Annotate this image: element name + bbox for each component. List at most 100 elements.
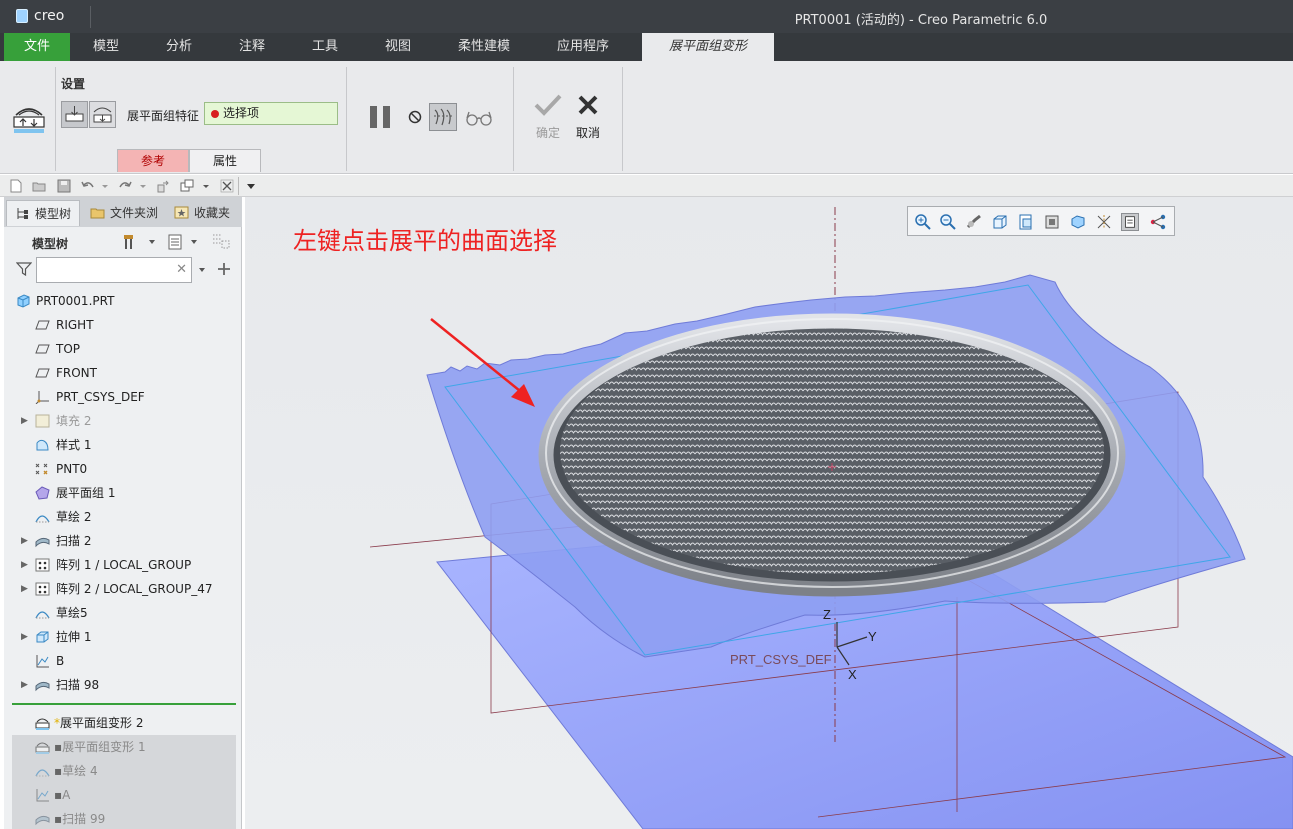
add-icon[interactable] bbox=[217, 262, 231, 276]
tree-item[interactable]: ▪扫描 99 bbox=[12, 807, 236, 829]
flatten-deform-icon bbox=[13, 108, 45, 133]
tree-item[interactable]: RIGHT bbox=[4, 313, 236, 337]
refit-icon[interactable] bbox=[965, 213, 983, 231]
tab-annotate[interactable]: 注释 bbox=[216, 33, 288, 61]
open-folder-icon[interactable] bbox=[32, 179, 46, 193]
pattern-icon bbox=[35, 558, 50, 572]
datum-graph-icon bbox=[36, 789, 49, 802]
save-icon[interactable] bbox=[57, 179, 71, 193]
preview-toggle[interactable] bbox=[429, 103, 457, 131]
tree-item-current[interactable]: *展平面组变形 2 bbox=[4, 711, 236, 735]
tree-item[interactable]: ▶ 阵列 1 / LOCAL_GROUP bbox=[4, 553, 236, 577]
settings-group-label: 设置 bbox=[61, 77, 86, 91]
settings-tools-icon[interactable] bbox=[122, 232, 142, 252]
tree-item[interactable]: TOP bbox=[4, 337, 236, 361]
close-window-icon[interactable] bbox=[220, 179, 234, 193]
view-normal-icon[interactable] bbox=[991, 213, 1009, 231]
tab-file[interactable]: 文件 bbox=[4, 33, 70, 61]
tree-item[interactable]: B bbox=[4, 649, 236, 673]
expand-icon[interactable]: ▶ bbox=[21, 625, 28, 649]
tab-flatten-quilt-deform[interactable]: 展平面组变形 bbox=[642, 33, 774, 61]
search-dropdown-icon[interactable] bbox=[198, 265, 206, 275]
tree-item[interactable]: ▶ 阵列 2 / LOCAL_GROUP_47 bbox=[4, 577, 236, 601]
after-insert-marker-icon: ▪ bbox=[54, 812, 63, 826]
search-input[interactable] bbox=[37, 258, 167, 280]
tab-model[interactable]: 模型 bbox=[70, 33, 142, 61]
deform-mode-toggle-1[interactable] bbox=[61, 101, 88, 128]
cancel-label: 取消 bbox=[575, 126, 600, 140]
flatten-feature-collector[interactable]: 选择项 bbox=[204, 102, 338, 125]
verify-glasses-icon[interactable] bbox=[465, 110, 493, 126]
redo-icon[interactable] bbox=[118, 179, 132, 193]
no-preview-icon[interactable] bbox=[407, 109, 423, 125]
expand-icon[interactable]: ▶ bbox=[21, 673, 28, 697]
datum-display-icon[interactable] bbox=[1095, 213, 1113, 231]
tree-item-label: ▪展平面组变形 1 bbox=[54, 740, 146, 754]
filter-icon bbox=[16, 262, 32, 277]
zoom-out-icon[interactable] bbox=[939, 213, 957, 231]
windows-dropdown-icon[interactable] bbox=[202, 179, 210, 193]
pause-icon[interactable] bbox=[368, 105, 392, 129]
tree-item[interactable]: 草绘5 bbox=[4, 601, 236, 625]
columns-dropdown-icon[interactable] bbox=[190, 237, 198, 247]
title-bar: creo PRT0001 (活动的) - Creo Parametric 6.0 bbox=[0, 0, 1293, 33]
tab-folder-browser[interactable]: 文件夹浏 bbox=[82, 200, 162, 226]
windows-icon[interactable] bbox=[180, 179, 194, 193]
tab-view[interactable]: 视图 bbox=[362, 33, 434, 61]
cancel-button[interactable]: 取消 bbox=[568, 93, 608, 141]
undo-dropdown-icon[interactable] bbox=[101, 179, 109, 193]
expand-icon[interactable]: ▶ bbox=[21, 529, 28, 553]
show-columns-icon[interactable] bbox=[166, 233, 184, 251]
tab-tools[interactable]: 工具 bbox=[288, 33, 362, 61]
redo-dropdown-icon[interactable] bbox=[139, 179, 147, 193]
tab-flexible-modeling[interactable]: 柔性建模 bbox=[434, 33, 534, 61]
tree-item[interactable]: 样式 1 bbox=[4, 433, 236, 457]
tree-item[interactable]: ▶ 填充 2 bbox=[4, 409, 236, 433]
tree-item[interactable]: ▶ 拉伸 1 bbox=[4, 625, 236, 649]
tree-filters-icon[interactable] bbox=[210, 233, 232, 251]
undo-icon[interactable] bbox=[81, 179, 95, 193]
tree-item[interactable]: 展平面组 1 bbox=[4, 481, 236, 505]
tab-applications[interactable]: 应用程序 bbox=[534, 33, 632, 61]
perspective-icon[interactable] bbox=[1069, 213, 1087, 231]
clear-search-icon[interactable]: ✕ bbox=[176, 262, 187, 277]
tree-item[interactable]: 草绘 2 bbox=[4, 505, 236, 529]
new-file-icon[interactable] bbox=[9, 179, 23, 193]
tree-item[interactable]: PNT0 bbox=[4, 457, 236, 481]
tab-analysis[interactable]: 分析 bbox=[142, 33, 216, 61]
regenerate-icon[interactable] bbox=[156, 179, 170, 193]
display-style-icon[interactable] bbox=[1043, 213, 1061, 231]
annotation-display-icon[interactable] bbox=[1121, 213, 1139, 231]
tab-references[interactable]: 参考 bbox=[117, 149, 189, 172]
tree-item[interactable]: ▶ 扫描 2 bbox=[4, 529, 236, 553]
tree-item[interactable]: ▪A bbox=[12, 783, 236, 807]
tree-item[interactable]: PRT_CSYS_DEF bbox=[4, 385, 236, 409]
customize-toolbar-icon[interactable] bbox=[246, 179, 256, 193]
tree-item[interactable]: FRONT bbox=[4, 361, 236, 385]
model-viewport[interactable]: Z Y X PRT_CSYS_DEF bbox=[245, 197, 1293, 829]
zoom-in-icon[interactable] bbox=[914, 213, 932, 231]
expand-icon[interactable]: ▶ bbox=[21, 553, 28, 577]
tab-model-tree[interactable]: 模型树 bbox=[6, 200, 80, 226]
settings-dropdown-icon[interactable] bbox=[148, 237, 156, 247]
saved-views-icon[interactable] bbox=[1017, 213, 1035, 231]
graphics-window[interactable]: Z Y X PRT_CSYS_DEF 左键点击展平的曲面选择 bbox=[245, 197, 1293, 829]
after-insert-marker-icon: ▪ bbox=[54, 740, 63, 754]
insert-here-line[interactable] bbox=[12, 703, 236, 705]
tree-item[interactable]: ▪草绘 4 bbox=[12, 759, 236, 783]
deform-mode-toggle-2[interactable] bbox=[89, 101, 116, 128]
expand-icon[interactable]: ▶ bbox=[21, 577, 28, 601]
window-title: PRT0001 (活动的) - Creo Parametric 6.0 bbox=[794, 13, 1048, 28]
tab-properties[interactable]: 属性 bbox=[189, 149, 261, 172]
tree-item-label: 扫描 2 bbox=[56, 534, 92, 548]
axis-label-x: X bbox=[848, 667, 857, 682]
expand-icon[interactable]: ▶ bbox=[21, 409, 28, 433]
tree-item[interactable]: ▶ 扫描 98 bbox=[4, 673, 236, 697]
tree-item-label: ▪草绘 4 bbox=[54, 764, 98, 778]
checkmark-icon bbox=[534, 94, 562, 116]
tab-favorites[interactable]: 收藏夹 bbox=[166, 200, 242, 226]
tree-item[interactable]: PRT0001.PRT bbox=[4, 289, 236, 313]
ok-button[interactable]: 确定 bbox=[528, 93, 568, 141]
spin-center-icon[interactable] bbox=[1149, 213, 1167, 231]
tree-item[interactable]: ▪展平面组变形 1 bbox=[12, 735, 236, 759]
